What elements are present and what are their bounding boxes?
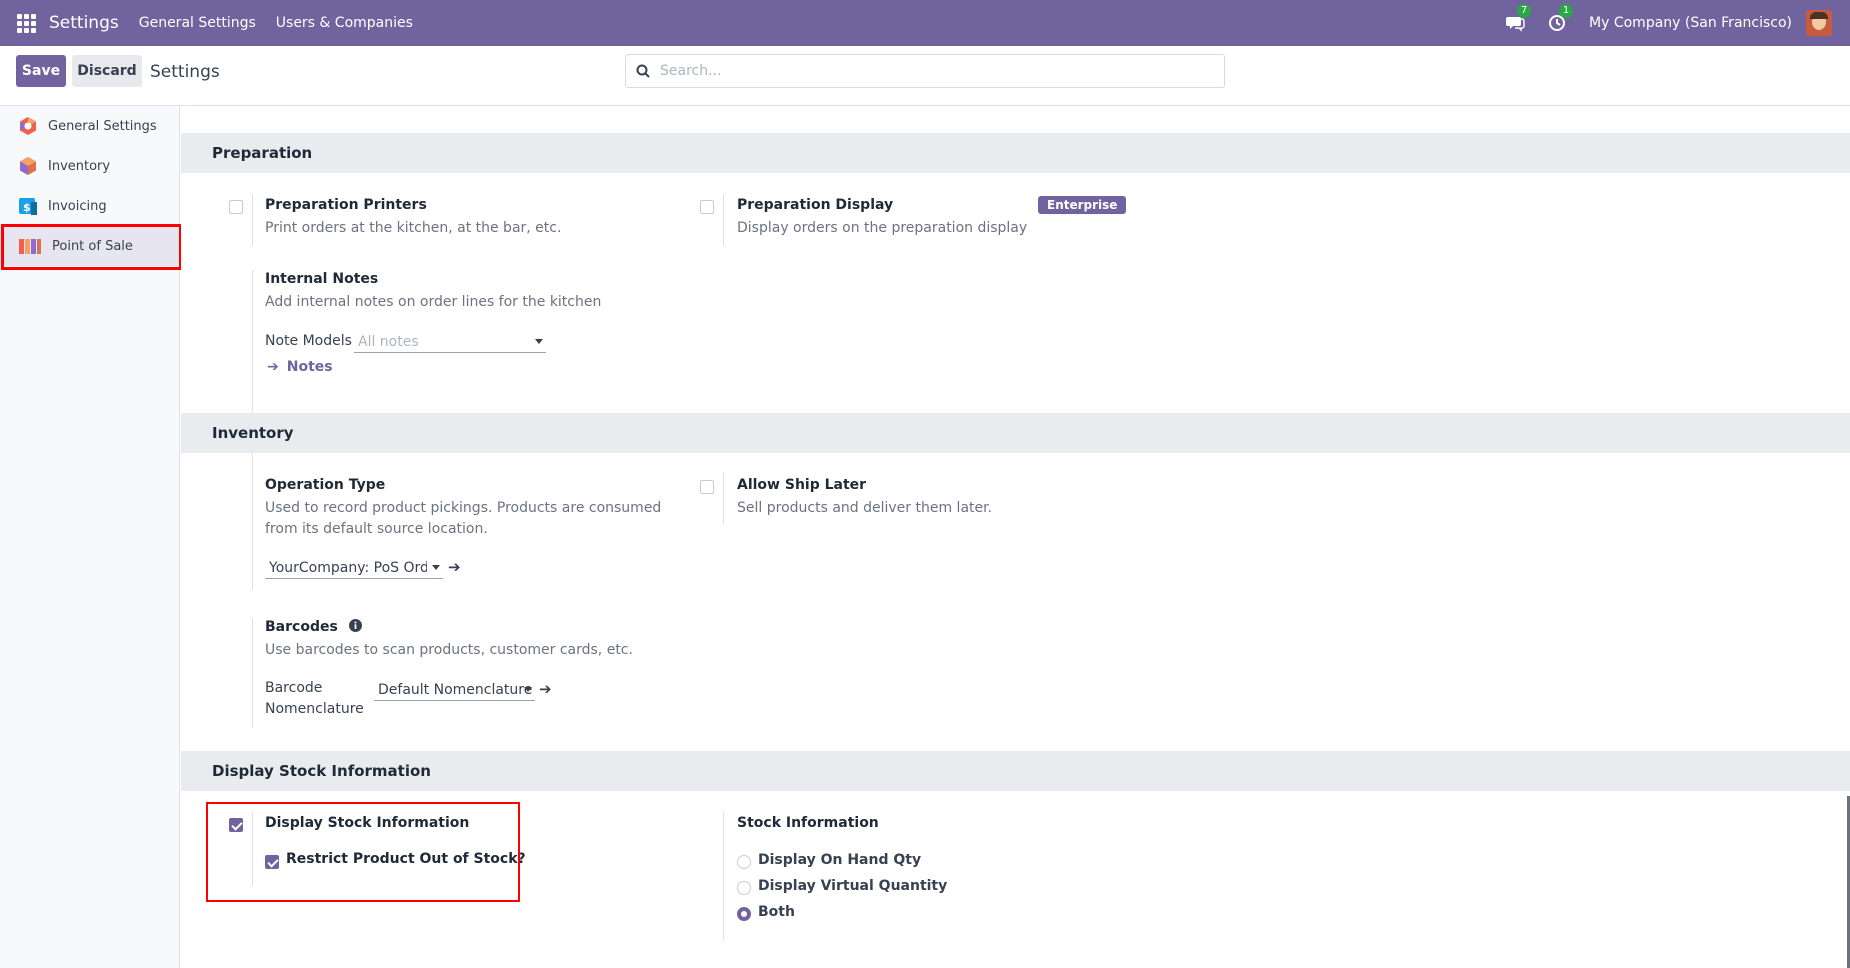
divider: [252, 270, 253, 488]
divider: [723, 194, 724, 246]
activities-button[interactable]: 1: [1547, 4, 1574, 34]
highlight-box: [206, 802, 520, 902]
divider: [252, 618, 253, 728]
activities-count-badge: 1: [1559, 4, 1574, 18]
operation-type-select[interactable]: YourCompany: PoS Orders: [265, 557, 443, 579]
invoicing-icon: $: [19, 198, 37, 215]
barcodes-desc: Use barcodes to scan products, customer …: [265, 642, 633, 658]
highlight-box: [1, 224, 182, 270]
sidebar-item-label: General Settings: [48, 118, 157, 134]
company-switcher[interactable]: My Company (San Francisco): [1589, 15, 1792, 31]
divider: [723, 811, 724, 941]
section-display-stock-header: Display Stock Information: [181, 751, 1850, 791]
note-models-select[interactable]: All notes: [354, 331, 546, 353]
settings-content: Preparation Preparation Printers Print o…: [181, 106, 1850, 968]
app-title[interactable]: Settings: [49, 13, 119, 33]
section-inventory-header: Inventory: [181, 413, 1850, 453]
messages-button[interactable]: 7: [1505, 4, 1532, 34]
sidebar-item-label: Invoicing: [48, 198, 107, 214]
chevron-down-icon: [432, 565, 440, 570]
radio-both[interactable]: [737, 907, 751, 921]
preparation-printers-checkbox[interactable]: [229, 200, 243, 214]
sidebar-item-general-settings[interactable]: General Settings: [0, 106, 179, 146]
svg-text:$: $: [23, 201, 31, 214]
section-preparation-header: Preparation: [181, 133, 1850, 173]
save-button[interactable]: Save: [16, 55, 66, 87]
divider: [252, 472, 253, 590]
control-panel: Save Discard Settings: [0, 46, 1850, 106]
allow-ship-later-label: Allow Ship Later: [737, 477, 867, 493]
arrow-right-icon: ➔: [267, 359, 279, 375]
preparation-display-desc: Display orders on the preparation displa…: [737, 220, 1028, 236]
sidebar-item-invoicing[interactable]: $ Invoicing: [0, 186, 179, 226]
operation-type-value: YourCompany: PoS Orders: [269, 559, 427, 576]
menu-general-settings[interactable]: General Settings: [139, 15, 256, 31]
preparation-display-label: Preparation Display: [737, 197, 894, 213]
preparation-printers-desc: Print orders at the kitchen, at the bar,…: [265, 220, 562, 236]
barcodes-label: Barcodes: [265, 619, 362, 635]
search-icon: [636, 64, 650, 78]
app-menu-icon[interactable]: [17, 14, 37, 33]
radio-display-on-hand[interactable]: [737, 855, 751, 869]
operation-type-label: Operation Type: [265, 477, 386, 493]
discard-button[interactable]: Discard: [72, 55, 142, 87]
internal-notes-desc: Add internal notes on order lines for th…: [265, 294, 602, 310]
allow-ship-later-checkbox[interactable]: [700, 480, 714, 494]
internal-notes-label: Internal Notes: [265, 271, 379, 287]
operation-type-desc: Used to record product pickings. Product…: [265, 500, 662, 537]
barcode-nomenclature-value: Default Nomenclature: [378, 681, 533, 698]
barcode-nomenclature-open-arrow-icon[interactable]: ➔: [539, 680, 552, 698]
radio-both-label[interactable]: Both: [758, 904, 795, 920]
allow-ship-later-desc: Sell products and deliver them later.: [737, 500, 993, 516]
stock-information-label: Stock Information: [737, 815, 879, 831]
barcodes-label-text: Barcodes: [265, 619, 338, 635]
note-models-label: Note Models: [265, 333, 352, 349]
barcode-nomenclature-label: Barcode Nomenclature: [265, 680, 364, 717]
sidebar-item-inventory[interactable]: Inventory: [0, 146, 179, 186]
operation-type-open-arrow-icon[interactable]: ➔: [448, 558, 461, 576]
note-models-placeholder: All notes: [358, 333, 419, 350]
divider: [723, 472, 724, 524]
top-navbar: Settings General Settings Users & Compan…: [0, 0, 1850, 46]
breadcrumb: Settings: [150, 62, 220, 82]
search-bar[interactable]: [625, 54, 1225, 88]
inventory-icon: [20, 157, 36, 175]
notes-link-label: Notes: [286, 359, 333, 375]
radio-display-virtual-label[interactable]: Display Virtual Quantity: [758, 878, 947, 894]
preparation-display-checkbox[interactable]: [700, 200, 714, 214]
sidebar-item-label: Inventory: [48, 158, 111, 174]
notes-link[interactable]: ➔ Notes: [267, 359, 333, 375]
radio-display-on-hand-label[interactable]: Display On Hand Qty: [758, 852, 921, 868]
chevron-down-icon: [535, 339, 543, 344]
radio-display-virtual[interactable]: [737, 881, 751, 895]
search-input[interactable]: [660, 63, 1200, 79]
barcode-nomenclature-select[interactable]: Default Nomenclature: [374, 679, 535, 701]
menu-users-companies[interactable]: Users & Companies: [276, 15, 413, 31]
user-avatar[interactable]: [1806, 10, 1832, 36]
messages-count-badge: 7: [1517, 4, 1532, 18]
enterprise-badge[interactable]: Enterprise: [1038, 196, 1127, 214]
info-icon[interactable]: [348, 619, 362, 632]
chevron-down-icon: [524, 687, 532, 692]
general-settings-icon: [20, 117, 36, 135]
divider: [252, 194, 253, 246]
preparation-printers-label: Preparation Printers: [265, 197, 427, 213]
